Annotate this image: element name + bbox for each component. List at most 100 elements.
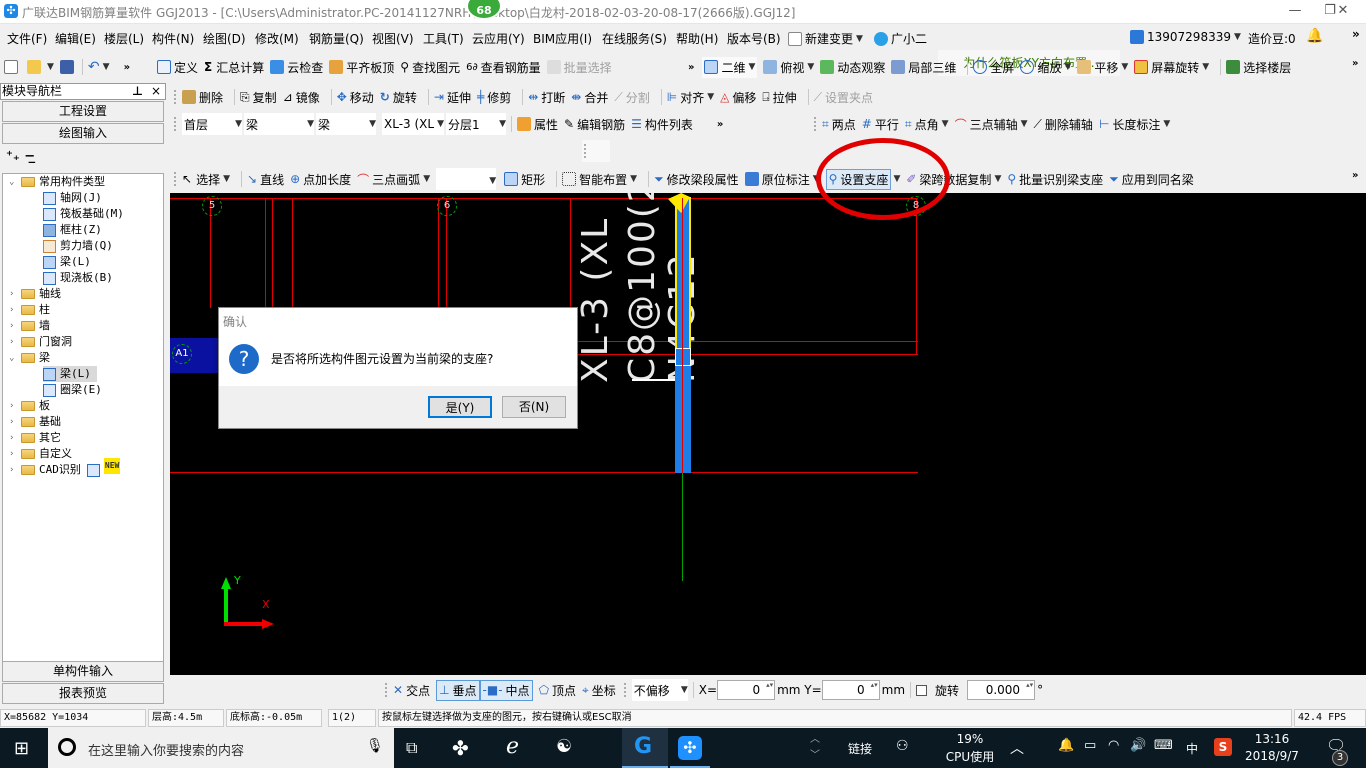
tree-node-column[interactable]: 框柱(Z) [43,222,102,238]
three-point-axis-button[interactable]: ⌒ 三点辅轴 ▼ [955,116,1028,133]
menu-rebar[interactable]: 钢筋量(Q) [309,30,364,47]
component-select[interactable]: XL-3 (XL ▼ [382,113,444,135]
menu-view[interactable]: 视图(V) [372,30,414,47]
orbit-button[interactable]: 动态观察 [820,59,885,76]
open-folder-icon[interactable] [27,60,41,74]
more-icon[interactable]: » [688,62,694,73]
sogou-icon[interactable]: S [1214,738,1232,756]
split-button[interactable]: ⟋ 分割 [614,89,649,106]
chevron-down-icon[interactable]: ▼ [47,62,54,72]
bell-icon[interactable]: 🔔 [1058,738,1074,753]
x-input[interactable]: 0 [717,680,776,700]
select-button[interactable]: ↖ 选择 ▼ [182,171,230,188]
set-grip-button[interactable]: ⟋ 设置夹点 [814,89,873,106]
more-button[interactable]: » [1352,27,1360,41]
properties-button[interactable]: 属性 [517,116,558,133]
floor-select[interactable]: 首层 ▼ [182,113,242,135]
rotate-input[interactable]: 0.000 [967,680,1036,700]
more-icon[interactable]: » [124,62,130,73]
rectangle-button[interactable]: 矩形 [504,171,545,188]
menu-bim[interactable]: BIM应用(I) [533,30,592,47]
chevron-right-icon[interactable]: › [9,318,21,334]
three-point-arc-button[interactable]: ⌒ 三点画弧 ▼ [357,171,430,188]
tree-node-openings[interactable]: › 门窗洞 [9,334,72,350]
tree-node-slabs[interactable]: › 板 [9,398,50,414]
keyboard-icon[interactable]: ⌨ [1154,738,1173,753]
single-input-button[interactable]: 单构件输入 [2,661,164,682]
chevron-down-icon[interactable]: ▼ [103,62,110,72]
microphone-icon[interactable]: 🎙 [366,738,384,754]
people-icon[interactable]: ⚇ [896,738,909,754]
menu-online[interactable]: 在线服务(S) [602,30,667,47]
taskbar-scroll[interactable]: ︿ ﹀ [810,732,820,764]
find-element-button[interactable]: ⚲ 查找图元 [400,59,460,76]
clock-date[interactable]: 2018/9/7 [1242,749,1302,763]
fan-app-icon[interactable]: ✤ [452,736,469,760]
undo-icon[interactable]: ↶ [88,59,100,75]
menu-file[interactable]: 文件(F) [7,30,47,47]
axis-label-6[interactable]: 6 [437,196,457,216]
in-situ-annotation-button[interactable]: 原位标注 ▼ [744,171,820,188]
toolbar-grip[interactable] [582,140,610,162]
minimize-button[interactable]: — [1272,0,1318,24]
stretch-button[interactable]: ⍈ 拉伸 [762,89,796,106]
fullscreen-button[interactable]: 全屏 [973,59,1014,76]
cloud-check-button[interactable]: 云检查 [270,59,323,76]
summarize-button[interactable]: Σ 汇总计算 [204,59,264,76]
new-change-button[interactable]: 新建变更 ▼ [788,30,863,47]
offset-mode-select[interactable]: 不偏移 ▼ [631,679,688,701]
delete-axis-button[interactable]: ⟋ 删除辅轴 [1034,116,1093,133]
tree-node-foundation[interactable]: › 基础 [9,414,61,430]
ie-browser-icon[interactable]: ℯ [506,734,519,759]
menu-floor[interactable]: 楼层(L) [104,30,144,47]
chevron-right-icon[interactable]: › [9,302,21,318]
tree-node-beam[interactable]: 梁(L) [43,254,91,270]
tree-node-axis-grid[interactable]: 轴网(J) [43,190,102,206]
category-select[interactable]: 梁 ▼ [244,113,314,135]
axis-label-5[interactable]: 5 [202,196,222,216]
chevron-right-icon[interactable]: › [9,414,21,430]
new-file-icon[interactable] [4,60,18,74]
define-button[interactable]: 定义 [157,59,198,76]
parallel-button[interactable]: # 平行 [862,116,899,133]
midpoint-snap[interactable]: -■- 中点 [479,679,533,701]
set-support-button[interactable]: ⚲ 设置支座 [825,168,892,190]
tree-node-ring-beam[interactable]: 圈梁(E) [43,382,102,398]
zoom-button[interactable]: 缩放 ▼ [1020,59,1071,76]
tree-node-common[interactable]: ⌄ 常用构件类型 [9,174,105,190]
local-3d-button[interactable]: 局部三维 [891,59,956,76]
battery-icon[interactable]: ▭ [1084,738,1096,753]
chevron-right-icon[interactable]: › [9,446,21,462]
chevron-right-icon[interactable]: › [9,398,21,414]
edit-rebar-button[interactable]: ✎ 编辑钢筋 [564,116,625,133]
break-button[interactable]: ⇹ 打断 [528,89,565,106]
arc-mode-select[interactable]: ▼ [436,168,497,190]
collapse-all-icon[interactable]: −̲ [24,149,35,164]
coordinate-snap[interactable]: ⌖ 坐标 [582,682,616,699]
menu-help[interactable]: 帮助(H) [676,30,718,47]
menu-tools[interactable]: 工具(T) [423,30,464,47]
align-button[interactable]: ⊫ 对齐 ▼ [667,89,714,106]
layer-select[interactable]: 分层1 ▼ [446,113,506,135]
menu-edit[interactable]: 编辑(E) [55,30,96,47]
ggj-app-button[interactable]: ✣ [670,728,710,768]
tree-node-beams[interactable]: ⌄ 梁 [9,350,50,366]
volume-icon[interactable]: 🔊 [1130,738,1146,753]
vertex-snap[interactable]: ⬠ 顶点 [539,682,576,699]
clock-time[interactable]: 13:16 [1242,732,1302,746]
link-label[interactable]: 链接 [848,740,872,757]
rotate-checkbox[interactable] [916,684,928,696]
search-box[interactable]: 在这里输入你要搜索的内容 🎙 [48,728,394,768]
trim-button[interactable]: ╪ 修剪 [477,89,511,106]
tree-node-custom[interactable]: › 自定义 [9,446,72,462]
y-input[interactable]: 0 [821,680,880,700]
chevron-down-icon[interactable]: ⌄ [9,174,21,190]
axis-label-a1[interactable]: A1 [172,344,192,364]
smart-layout-button[interactable]: 智能布置 ▼ [562,171,637,188]
bell-icon[interactable]: 🔔 [1306,28,1323,44]
glodon-app-button[interactable]: G [622,728,668,768]
expand-all-icon[interactable]: ⁺₊ −̲ [6,149,35,164]
close-icon[interactable]: × [151,84,161,99]
wifi-icon[interactable]: ◠ [1108,738,1119,753]
menu-component[interactable]: 构件(N) [152,30,194,47]
